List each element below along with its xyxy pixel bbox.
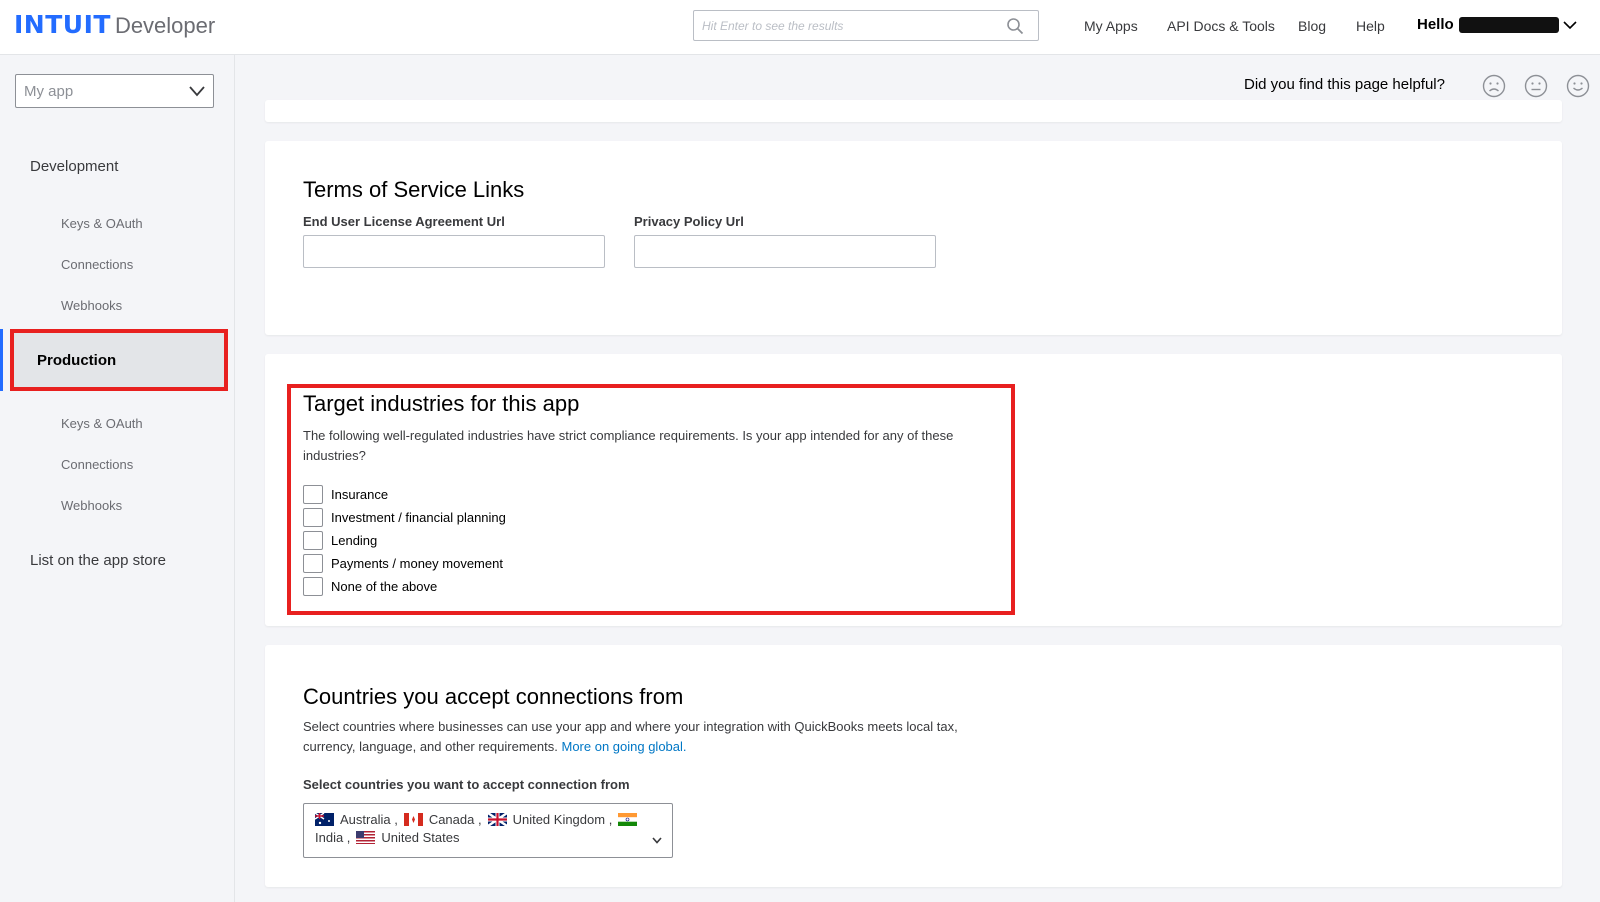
happy-face-icon[interactable]: [1566, 74, 1590, 98]
selected-countries-line-2: India , United States: [315, 830, 459, 845]
industry-option-payments[interactable]: Payments / money movement: [303, 554, 503, 573]
user-menu[interactable]: Hello: [1417, 16, 1577, 33]
country-canada: Canada ,: [428, 812, 482, 827]
country-united-states: United States: [381, 830, 460, 845]
sidebar: My app Development Keys & OAuth Connecti…: [0, 55, 235, 902]
countries-description: Select countries where businesses can us…: [303, 717, 1003, 757]
logo-text: Developer: [114, 13, 216, 38]
checkbox-investment[interactable]: [303, 508, 323, 527]
countries-select-dropdown[interactable]: Australia , Canada , United Kingdom , In…: [303, 803, 673, 858]
neutral-face-icon[interactable]: [1524, 74, 1548, 98]
sidebar-item-production-label: Production: [37, 352, 117, 369]
greeting-text: Hello: [1417, 16, 1454, 33]
eula-label: End User License Agreement Url: [303, 214, 505, 229]
terms-title: Terms of Service Links: [303, 177, 525, 202]
industries-description: The following well-regulated industries …: [303, 428, 954, 463]
canada-flag-icon: [403, 813, 423, 826]
india-flag-icon: [618, 813, 638, 826]
sidebar-item-prod-webhooks[interactable]: Webhooks: [61, 498, 122, 513]
industries-title: Target industries for this app: [303, 391, 580, 416]
checkbox-label: Payments / money movement: [331, 556, 503, 571]
sidebar-item-production[interactable]: Production: [0, 329, 230, 391]
app-select-dropdown[interactable]: My app: [15, 74, 214, 108]
sidebar-item-dev-keys-oauth[interactable]: Keys & OAuth: [61, 216, 143, 231]
checkbox-label: Lending: [331, 533, 378, 548]
uk-flag-icon: [487, 813, 507, 826]
country-india: India ,: [315, 830, 351, 845]
search-box: [693, 10, 1039, 41]
feedback-question: Did you find this page helpful?: [1244, 76, 1445, 93]
nav-my-apps[interactable]: My Apps: [1084, 18, 1138, 34]
redacted-username: [1458, 16, 1559, 33]
chevron-down-icon: [189, 86, 205, 97]
intuit-developer-logo[interactable]: INTUIT Developer: [14, 10, 215, 39]
nav-help[interactable]: Help: [1356, 18, 1385, 34]
country-australia: Australia ,: [340, 812, 398, 827]
privacy-policy-url-input[interactable]: [634, 235, 936, 268]
industry-option-investment[interactable]: Investment / financial planning: [303, 508, 506, 527]
privacy-policy-label: Privacy Policy Url: [634, 214, 744, 229]
selected-countries-line-1: Australia , Canada , United Kingdom ,: [315, 812, 643, 827]
checkbox-payments[interactable]: [303, 554, 323, 573]
checkbox-label: Investment / financial planning: [331, 510, 506, 525]
logo-mark: INTUIT: [14, 10, 111, 39]
industry-option-none[interactable]: None of the above: [303, 577, 437, 596]
countries-title: Countries you accept connections from: [303, 684, 684, 709]
sidebar-section-development[interactable]: Development: [30, 158, 118, 175]
sad-face-icon[interactable]: [1482, 74, 1506, 98]
checkbox-label: None of the above: [331, 579, 438, 594]
country-united-kingdom: United Kingdom ,: [512, 812, 613, 827]
search-input[interactable]: [694, 11, 994, 40]
nav-api-docs-tools[interactable]: API Docs & Tools: [1167, 18, 1275, 34]
sidebar-item-dev-webhooks[interactable]: Webhooks: [61, 298, 122, 313]
active-indicator: [0, 329, 3, 391]
eula-url-input[interactable]: [303, 235, 605, 268]
industry-option-lending[interactable]: Lending: [303, 531, 377, 550]
search-icon[interactable]: [1006, 17, 1024, 35]
app-select-value: My app: [24, 83, 74, 100]
chevron-down-icon: [652, 837, 662, 844]
sidebar-item-dev-connections[interactable]: Connections: [61, 257, 133, 272]
checkbox-insurance[interactable]: [303, 485, 323, 504]
checkbox-lending[interactable]: [303, 531, 323, 550]
usa-flag-icon: [356, 831, 376, 844]
previous-card: [265, 100, 1562, 122]
australia-flag-icon: [315, 813, 334, 826]
industry-option-insurance[interactable]: Insurance: [303, 485, 388, 504]
checkbox-none[interactable]: [303, 577, 323, 596]
sidebar-item-list-on-app-store[interactable]: List on the app store: [30, 552, 166, 569]
checkbox-label: Insurance: [331, 487, 389, 502]
sidebar-item-prod-keys-oauth[interactable]: Keys & OAuth: [61, 416, 143, 431]
sidebar-item-prod-connections[interactable]: Connections: [61, 457, 133, 472]
top-header: INTUIT Developer My Apps API Docs & Tool…: [0, 0, 1600, 55]
going-global-link[interactable]: More on going global.: [561, 739, 686, 754]
nav-blog[interactable]: Blog: [1298, 18, 1326, 34]
countries-select-label: Select countries you want to accept conn…: [303, 777, 630, 792]
chevron-down-icon: [1563, 20, 1577, 29]
